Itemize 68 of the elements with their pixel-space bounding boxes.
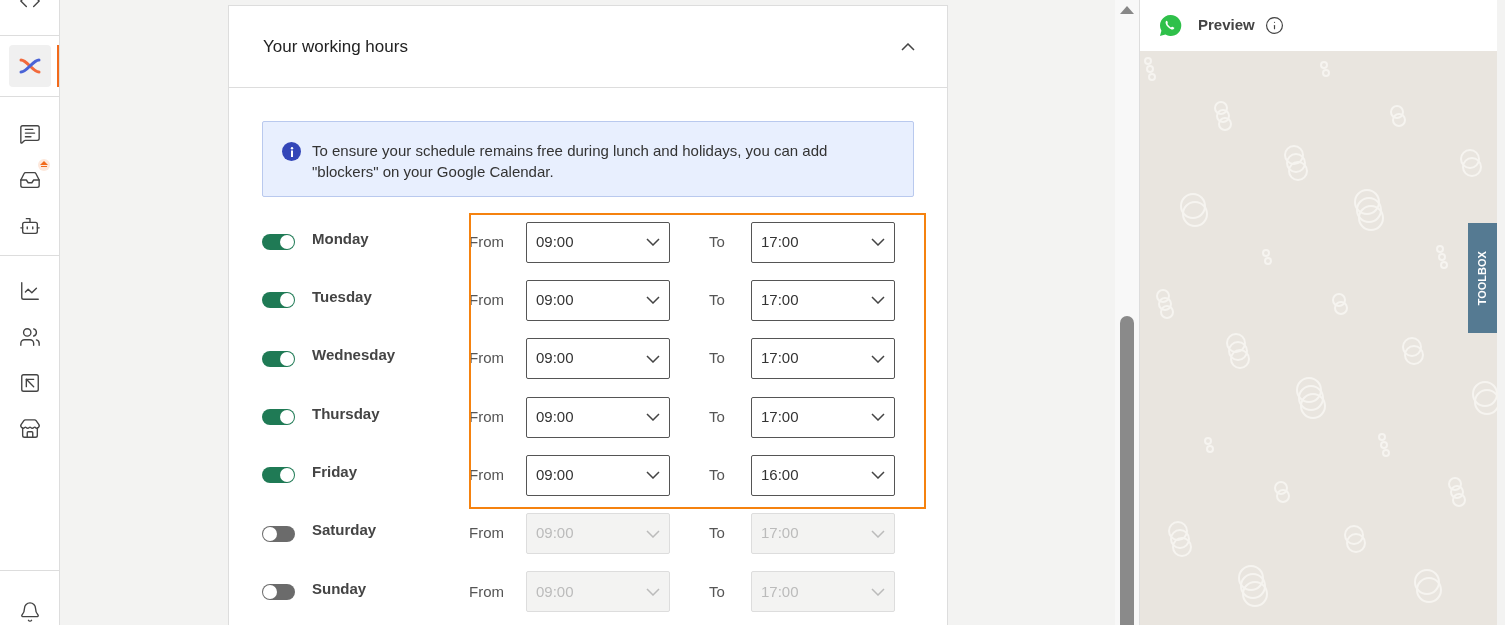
to-label: To xyxy=(709,465,726,486)
inbox-icon xyxy=(18,169,41,191)
toggle-switch[interactable] xyxy=(262,409,295,426)
day-label: Thursday xyxy=(312,403,381,424)
store-icon xyxy=(18,418,41,440)
scroll-thumb[interactable] xyxy=(1120,316,1134,625)
info-text: To ensure your schedule remains free during lunch and holidays, you can add "blockers" on your Google Calendar. xyxy=(312,141,829,182)
to-label: To xyxy=(709,406,726,427)
time-select[interactable]: 09:00 xyxy=(526,396,670,438)
toggle-switch[interactable] xyxy=(262,292,295,309)
card-title: Your working hours xyxy=(263,35,408,58)
info-icon xyxy=(282,142,301,161)
toggle-switch[interactable] xyxy=(262,350,295,367)
sidebar-item[interactable] xyxy=(8,45,51,87)
time-select[interactable]: 17:00 xyxy=(751,338,895,380)
to-label: To xyxy=(709,231,726,252)
to-label: To xyxy=(709,581,726,602)
chevron-down-icon xyxy=(646,296,660,305)
day-label: Saturday xyxy=(312,520,378,541)
time-select[interactable]: 09:00 xyxy=(526,279,670,321)
toolbox-tab[interactable]: TOOLBOX xyxy=(1468,223,1497,333)
time-select[interactable]: 16:00 xyxy=(751,454,895,496)
chevron-down-icon xyxy=(871,238,885,247)
active-indicator xyxy=(57,45,59,87)
to-label: To xyxy=(709,523,726,544)
time-select[interactable]: 17:00 xyxy=(751,221,895,263)
chevron-down-icon xyxy=(871,471,885,480)
logo-icon xyxy=(18,57,41,75)
time-select[interactable]: 09:00 xyxy=(526,221,670,263)
from-label: From xyxy=(469,523,505,544)
collapse-button[interactable] xyxy=(901,42,915,51)
line-chart-icon xyxy=(18,280,41,302)
notification-icon xyxy=(18,601,41,623)
day-label: Tuesday xyxy=(312,287,373,308)
to-label: To xyxy=(709,348,726,369)
toggle-switch[interactable] xyxy=(262,583,295,600)
chat-bubble-icon xyxy=(1159,14,1182,37)
toggle-switch[interactable] xyxy=(262,234,295,251)
scroll-up-icon[interactable] xyxy=(1120,6,1134,14)
day-label: Sunday xyxy=(312,578,368,599)
day-label: Friday xyxy=(312,462,358,483)
chevron-down-icon xyxy=(646,354,660,363)
from-label: From xyxy=(469,581,505,602)
chevron-up-icon xyxy=(901,42,915,51)
time-select[interactable]: 09:00 xyxy=(526,454,670,496)
people-icon xyxy=(18,326,41,348)
toggle-switch[interactable] xyxy=(262,525,295,542)
chevron-down-icon xyxy=(871,413,885,422)
day-label: Monday xyxy=(312,228,370,249)
chevron-down-icon xyxy=(871,529,885,538)
chevron-down-icon xyxy=(871,587,885,596)
day-label: Wednesday xyxy=(312,345,397,366)
to-label: To xyxy=(709,290,726,311)
chevron-down-icon xyxy=(646,529,660,538)
chevron-down-icon xyxy=(871,296,885,305)
chevron-down-icon xyxy=(646,587,660,596)
time-select[interactable]: 09:00 xyxy=(526,338,670,380)
toggle-switch[interactable] xyxy=(262,467,295,484)
chevron-down-icon xyxy=(646,238,660,247)
chevron-down-icon xyxy=(646,471,660,480)
robot-icon xyxy=(18,215,41,237)
time-select[interactable]: 17:00 xyxy=(751,279,895,321)
info-icon xyxy=(1264,16,1284,35)
preview-title: Preview xyxy=(1198,15,1255,36)
time-select[interactable]: 17:00 xyxy=(751,396,895,438)
chevron-down-icon xyxy=(871,354,885,363)
chat-icon xyxy=(18,123,41,145)
chevron-down-icon xyxy=(646,413,660,422)
